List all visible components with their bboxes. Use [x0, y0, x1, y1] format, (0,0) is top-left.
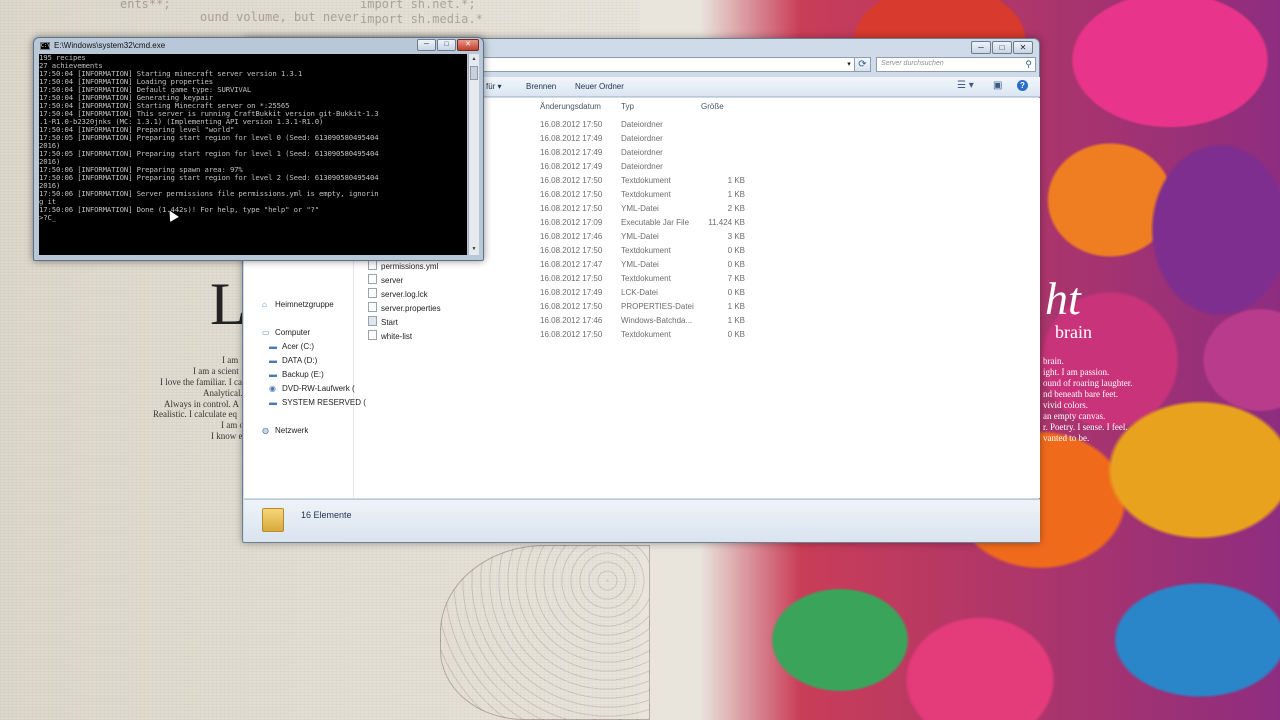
- file-row[interactable]: white-list 16.08.2012 17:50 Textdokument 0 …: [356, 328, 1040, 342]
- cmd-minimize-button[interactable]: ─: [417, 39, 436, 51]
- properties-file-icon: [368, 302, 377, 312]
- wallpaper-left-text: I am a scient: [193, 366, 239, 376]
- console-prompt[interactable]: >?C_: [39, 214, 467, 222]
- computer-icon: ▭: [262, 328, 270, 337]
- nav-item-drive[interactable]: ▬ Backup (E:): [269, 370, 324, 379]
- refresh-icon[interactable]: ⟳: [854, 57, 871, 72]
- text-file-icon: [368, 330, 377, 340]
- console-line: 17:50:06 [INFORMATION] Done (1.442s)! Fo…: [39, 205, 320, 214]
- column-header-type[interactable]: Typ: [621, 102, 634, 111]
- wallpaper-right-text: ight. I am passion.: [1043, 367, 1110, 377]
- lck-file-icon: [368, 288, 377, 298]
- wallpaper-right-text: nd beneath bare feet.: [1043, 389, 1118, 399]
- wallpaper-right-text: vivid colors.: [1043, 400, 1088, 410]
- brain-sketch: [440, 545, 650, 720]
- wallpaper-code-line: import sh.media.*: [360, 12, 483, 26]
- console-line: 17:50:05 [INFORMATION] Preparing start r…: [39, 133, 379, 142]
- network-icon: ◍: [262, 426, 269, 435]
- cmd-close-button[interactable]: ✕: [457, 39, 479, 51]
- address-bar[interactable]: [483, 57, 871, 72]
- help-icon[interactable]: ?: [1017, 80, 1028, 91]
- drive-icon: ▬: [269, 356, 277, 365]
- wallpaper-left-text: I love the familiar. I ca: [160, 377, 242, 387]
- wallpaper-right-text: brain.: [1043, 356, 1064, 366]
- wallpaper-code-line: ound volume, but never: [200, 10, 359, 24]
- view-options-icon[interactable]: ☰ ▾: [957, 80, 974, 91]
- drive-icon: ▬: [269, 342, 277, 351]
- share-with-menu[interactable]: für ▾: [486, 82, 502, 91]
- wallpaper-left-text: I am: [222, 355, 239, 365]
- nav-item-homegroup[interactable]: ⌂ Heimnetzgruppe: [262, 300, 334, 309]
- search-icon[interactable]: ⚲: [1025, 59, 1032, 70]
- details-pane: 16 Elemente: [244, 499, 1040, 542]
- wallpaper-right-text: r. Poetry. I sense. I feel.: [1043, 422, 1128, 432]
- console-output[interactable]: 195 recipes 27 achievements 17:50:04 [IN…: [39, 54, 467, 255]
- dvd-drive-icon: ◉: [269, 384, 276, 393]
- wallpaper-right-text: vanted to be.: [1043, 433, 1090, 443]
- file-row[interactable]: server.properties 16.08.2012 17:50 PROPERT…: [356, 300, 1040, 314]
- nav-item-drive[interactable]: ▬ DATA (D:): [269, 356, 317, 365]
- wallpaper-code-line: import sh.net.*;: [360, 0, 476, 11]
- drive-icon: ▬: [269, 370, 277, 379]
- new-folder-button[interactable]: Neuer Ordner: [575, 82, 624, 91]
- cmd-maximize-button[interactable]: □: [437, 39, 456, 51]
- console-line: 17:50:06 [INFORMATION] Preparing start r…: [39, 173, 379, 182]
- nav-item-network[interactable]: ◍ Netzwerk: [262, 426, 308, 435]
- cmd-title: E:\Windows\system32\cmd.exe: [54, 41, 166, 50]
- file-row[interactable]: server.log.lck 16.08.2012 17:49 LCK-Datei 0…: [356, 286, 1040, 300]
- drive-icon: ▬: [269, 398, 277, 407]
- wallpaper-left-text: I know e: [211, 431, 243, 441]
- wallpaper-right-text: an empty canvas.: [1043, 411, 1106, 421]
- console-line: 17:50:06 [INFORMATION] Server permission…: [39, 189, 379, 198]
- minimize-button[interactable]: ─: [971, 41, 991, 54]
- search-placeholder: Server durchsuchen: [881, 60, 944, 67]
- yml-file-icon: [368, 260, 377, 270]
- column-header-date[interactable]: Änderungsdatum: [540, 102, 601, 111]
- wallpaper-brain-word: brain: [1055, 322, 1092, 342]
- nav-item-dvd-drive[interactable]: ◉ DVD-RW-Laufwerk (: [269, 384, 355, 393]
- cmd-window: C:\ E:\Windows\system32\cmd.exe ─ □ ✕ 19…: [33, 37, 484, 261]
- nav-item-drive[interactable]: ▬ Acer (C:): [269, 342, 314, 351]
- console-icon: C:\: [40, 42, 51, 50]
- nav-item-drive[interactable]: ▬ SYSTEM RESERVED (: [269, 398, 366, 407]
- cmd-scrollbar[interactable]: ▲ ▼: [468, 54, 479, 255]
- homegroup-icon: ⌂: [262, 300, 267, 309]
- console-line: 17:50:05 [INFORMATION] Preparing start r…: [39, 149, 379, 158]
- wallpaper-left-text: I am o: [221, 420, 244, 430]
- explorer-caption-buttons: ─ □ ✕: [971, 41, 1033, 54]
- burn-button[interactable]: Brennen: [526, 82, 556, 91]
- wallpaper-right-text: ound of roaring laughter.: [1043, 378, 1133, 388]
- scroll-down-icon[interactable]: ▼: [470, 245, 478, 253]
- maximize-button[interactable]: □: [992, 41, 1012, 54]
- scroll-up-icon[interactable]: ▲: [470, 55, 478, 63]
- close-button[interactable]: ✕: [1013, 41, 1033, 54]
- scroll-thumb[interactable]: [470, 66, 478, 80]
- wallpaper-left-text: Realistic. I calculate eq: [153, 409, 237, 419]
- file-row[interactable]: Start 16.08.2012 17:46 Windows-Batchda... 1…: [356, 314, 1040, 328]
- batch-file-icon: [368, 316, 377, 326]
- item-count: 16 Elemente: [301, 510, 352, 520]
- nav-item-computer[interactable]: ▭ Computer: [262, 328, 310, 337]
- file-row[interactable]: server 16.08.2012 17:50 Textdokument 7 KB: [356, 272, 1040, 286]
- text-file-icon: [368, 274, 377, 284]
- cmd-titlebar[interactable]: C:\ E:\Windows\system32\cmd.exe ─ □ ✕: [34, 38, 483, 54]
- console-line: 195 recipes: [39, 54, 86, 62]
- cmd-caption-buttons: ─ □ ✕: [417, 39, 479, 51]
- column-header-size[interactable]: Größe: [701, 102, 724, 111]
- wallpaper-word-fragment: ht: [1045, 273, 1081, 324]
- folder-icon: [262, 508, 284, 532]
- wallpaper-code-line: ents**;: [120, 0, 171, 11]
- preview-pane-icon[interactable]: ▣: [993, 80, 1002, 91]
- search-input[interactable]: Server durchsuchen ⚲: [876, 57, 1036, 72]
